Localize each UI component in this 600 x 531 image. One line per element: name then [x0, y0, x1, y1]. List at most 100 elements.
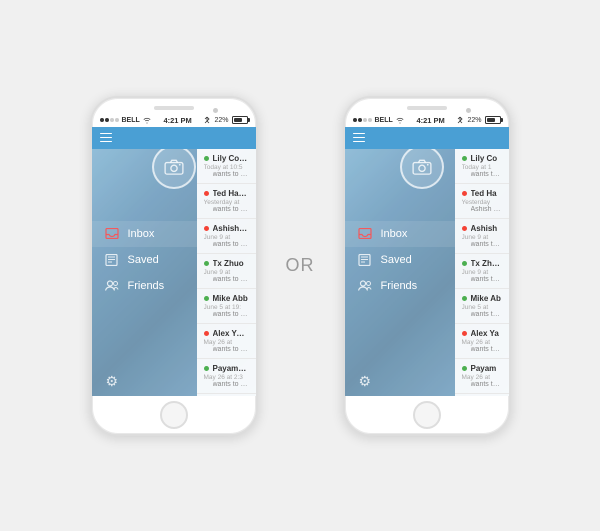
- home-button-right[interactable]: [413, 401, 441, 429]
- menu-saved-right[interactable]: Saved: [345, 247, 455, 273]
- hamburger-bar-left[interactable]: [92, 127, 256, 149]
- notif-name-6-left: Payam Sa: [213, 364, 249, 373]
- phone-left: BELL 4:21 PM 22%: [90, 96, 258, 436]
- menu-saved-left[interactable]: Saved: [92, 247, 197, 273]
- status-left-left: BELL: [100, 117, 151, 124]
- front-camera-left: [213, 108, 218, 113]
- menu-inbox-right[interactable]: Inbox: [345, 221, 455, 247]
- notif-item-5-left[interactable]: Alex Yase May 26 at wants to be y...: [197, 324, 256, 359]
- bluetooth-icon-right: [457, 116, 464, 124]
- battery-icon-right: [485, 116, 501, 124]
- notif-item-2-right[interactable]: Ashish June 9 at wants to b...: [455, 219, 509, 254]
- notif-dot-6-right: [462, 366, 467, 371]
- battery-pct-left: 22%: [214, 117, 228, 124]
- notif-item-7-right[interactable]: Lily Co May 26 at wants to b...: [455, 394, 509, 396]
- friends-svg-left: [105, 280, 119, 291]
- hamburger-bar-right[interactable]: [345, 127, 509, 149]
- notif-time-0-left: Today at 10:5: [204, 164, 249, 171]
- menu-inbox-left[interactable]: Inbox: [92, 221, 197, 247]
- notif-dot-4-left: [204, 296, 209, 301]
- settings-gear-right[interactable]: ⚙: [359, 374, 373, 388]
- profile-avatar-left[interactable]: [152, 145, 196, 189]
- status-bar-left: BELL 4:21 PM 22%: [92, 114, 256, 127]
- notif-msg-1-right: Ashish wants 10: [471, 206, 502, 213]
- notif-time-3-right: June 9 at: [462, 269, 502, 276]
- saved-svg-left: [105, 254, 118, 266]
- notif-item-1-left[interactable]: Ted Hadjis Yesterday at wants to be y...: [197, 184, 256, 219]
- notif-name-1-right: Ted Ha: [471, 189, 497, 198]
- notif-name-2-right: Ashish: [471, 224, 498, 233]
- notif-name-3-right: Tx Zhuo: [471, 259, 502, 268]
- notif-dot-0-right: [462, 156, 467, 161]
- friends-icon-right: [357, 280, 373, 292]
- menu-inbox-label-right: Inbox: [381, 228, 408, 240]
- notif-msg-1-left: wants to be y...: [213, 206, 249, 213]
- carrier-left: BELL: [122, 117, 140, 124]
- notif-name-5-left: Alex Yase: [213, 329, 249, 338]
- front-camera-right: [466, 108, 471, 113]
- notif-dot-2-right: [462, 226, 467, 231]
- notif-item-0-right[interactable]: Lily Co Today at 1 wants to b...: [455, 149, 509, 184]
- notif-item-4-left[interactable]: Mike Abb June 5 at 19: wants to be y...: [197, 289, 256, 324]
- notif-time-4-left: June 5 at 19:: [204, 304, 249, 311]
- menu-friends-right[interactable]: Friends: [345, 273, 455, 299]
- camera-icon-left: [164, 159, 184, 175]
- notif-item-1-right[interactable]: Ted Ha Yesterday Ashish wants 10: [455, 184, 509, 219]
- notif-item-3-left[interactable]: Tx Zhuo June 9 at wants to be y...: [197, 254, 256, 289]
- notif-item-7-left[interactable]: Lily Conov May 26 at wants to be y...: [197, 394, 256, 396]
- notif-msg-2-right: wants to b...: [471, 241, 502, 248]
- notif-time-5-left: May 26 at: [204, 339, 249, 346]
- profile-avatar-right[interactable]: [400, 145, 444, 189]
- hamburger-icon-right[interactable]: [353, 133, 365, 143]
- notif-item-6-left[interactable]: Payam Sa May 26 at 2:3 wants to be y...: [197, 359, 256, 394]
- settings-gear-left[interactable]: ⚙: [106, 374, 120, 388]
- notif-msg-0-right: wants to b...: [471, 171, 502, 178]
- notif-msg-5-left: wants to be y...: [213, 346, 249, 353]
- notif-time-1-left: Yesterday at: [204, 199, 249, 206]
- notif-item-3-right[interactable]: Tx Zhuo June 9 at wants to b...: [455, 254, 509, 289]
- inbox-svg-left: [105, 228, 119, 239]
- notif-dot-5-left: [204, 331, 209, 336]
- notif-time-0-right: Today at 1: [462, 164, 502, 171]
- side-menu-right: Inbox Saved: [345, 149, 455, 396]
- menu-friends-label-left: Friends: [128, 280, 165, 292]
- notif-msg-6-right: wants to b...: [471, 381, 502, 388]
- notif-item-6-right[interactable]: Payam May 26 at wants to b...: [455, 359, 509, 394]
- wifi-icon-right: [396, 117, 404, 124]
- notif-dot-3-left: [204, 261, 209, 266]
- signal-dots-right: [353, 118, 372, 122]
- notif-name-4-left: Mike Abb: [213, 294, 248, 303]
- screen-left: Inbox Saved: [92, 127, 256, 396]
- notif-time-5-right: May 26 at: [462, 339, 502, 346]
- notif-item-4-right[interactable]: Mike Ab June 5 at wants to b...: [455, 289, 509, 324]
- friends-svg-right: [358, 280, 372, 291]
- menu-friends-left[interactable]: Friends: [92, 273, 197, 299]
- notif-name-0-right: Lily Co: [471, 154, 498, 163]
- bluetooth-icon-left: [204, 116, 211, 124]
- notif-msg-3-left: wants to be y...: [213, 276, 249, 283]
- notif-item-0-left[interactable]: Lily Conov Today at 10:5 wants to be y..…: [197, 149, 256, 184]
- inbox-icon-left: [104, 228, 120, 240]
- notif-name-2-left: Ashish So: [213, 224, 249, 233]
- phone-right: BELL 4:21 PM 22%: [343, 96, 511, 436]
- time-right: 4:21 PM: [416, 116, 444, 125]
- notif-dot-4-right: [462, 296, 467, 301]
- menu-saved-label-left: Saved: [128, 254, 159, 266]
- notif-dot-2-left: [204, 226, 209, 231]
- scene: BELL 4:21 PM 22%: [90, 96, 511, 436]
- notif-time-2-left: June 9 at: [204, 234, 249, 241]
- hamburger-icon-left[interactable]: [100, 133, 112, 143]
- notif-list-right: Lily Co Today at 1 wants to b... Ted Ha …: [455, 149, 509, 396]
- notif-name-0-left: Lily Conov: [213, 154, 249, 163]
- notif-dot-3-right: [462, 261, 467, 266]
- notif-time-2-right: June 9 at: [462, 234, 502, 241]
- menu-inbox-label-left: Inbox: [128, 228, 155, 240]
- speaker-left: [154, 106, 194, 110]
- notif-dot-1-right: [462, 191, 467, 196]
- notif-item-5-right[interactable]: Alex Ya May 26 at wants to b...: [455, 324, 509, 359]
- notif-dot-6-left: [204, 366, 209, 371]
- home-button-left[interactable]: [160, 401, 188, 429]
- notif-item-2-left[interactable]: Ashish So June 9 at wants to be y...: [197, 219, 256, 254]
- time-left: 4:21 PM: [163, 116, 191, 125]
- menu-saved-label-right: Saved: [381, 254, 412, 266]
